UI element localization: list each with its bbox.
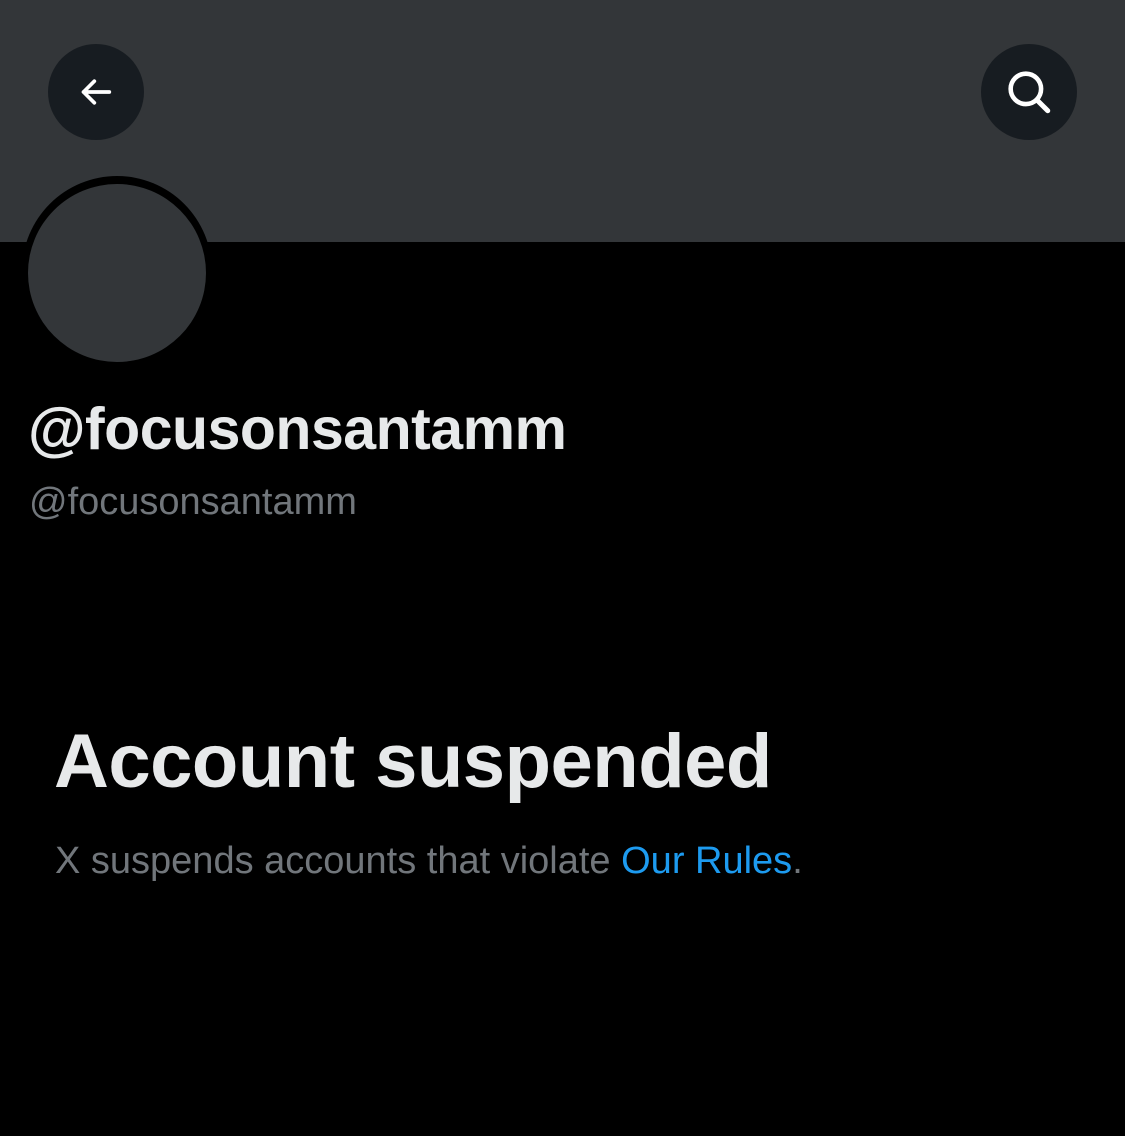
suspension-message: X suspends accounts that violate Our Rul… bbox=[55, 836, 803, 886]
suspension-text-after: . bbox=[792, 840, 803, 882]
suspension-text-before: X suspends accounts that violate bbox=[55, 840, 622, 882]
display-name: @focusonsantamm bbox=[28, 396, 567, 462]
avatar[interactable] bbox=[28, 184, 206, 362]
back-button[interactable] bbox=[48, 44, 144, 140]
suspended-title: Account suspended bbox=[54, 719, 772, 804]
profile-handle: @focusonsantamm bbox=[29, 481, 357, 523]
our-rules-link[interactable]: Our Rules bbox=[621, 840, 792, 882]
search-button[interactable] bbox=[981, 44, 1077, 140]
arrow-left-icon bbox=[76, 72, 116, 112]
search-icon bbox=[1004, 67, 1054, 117]
